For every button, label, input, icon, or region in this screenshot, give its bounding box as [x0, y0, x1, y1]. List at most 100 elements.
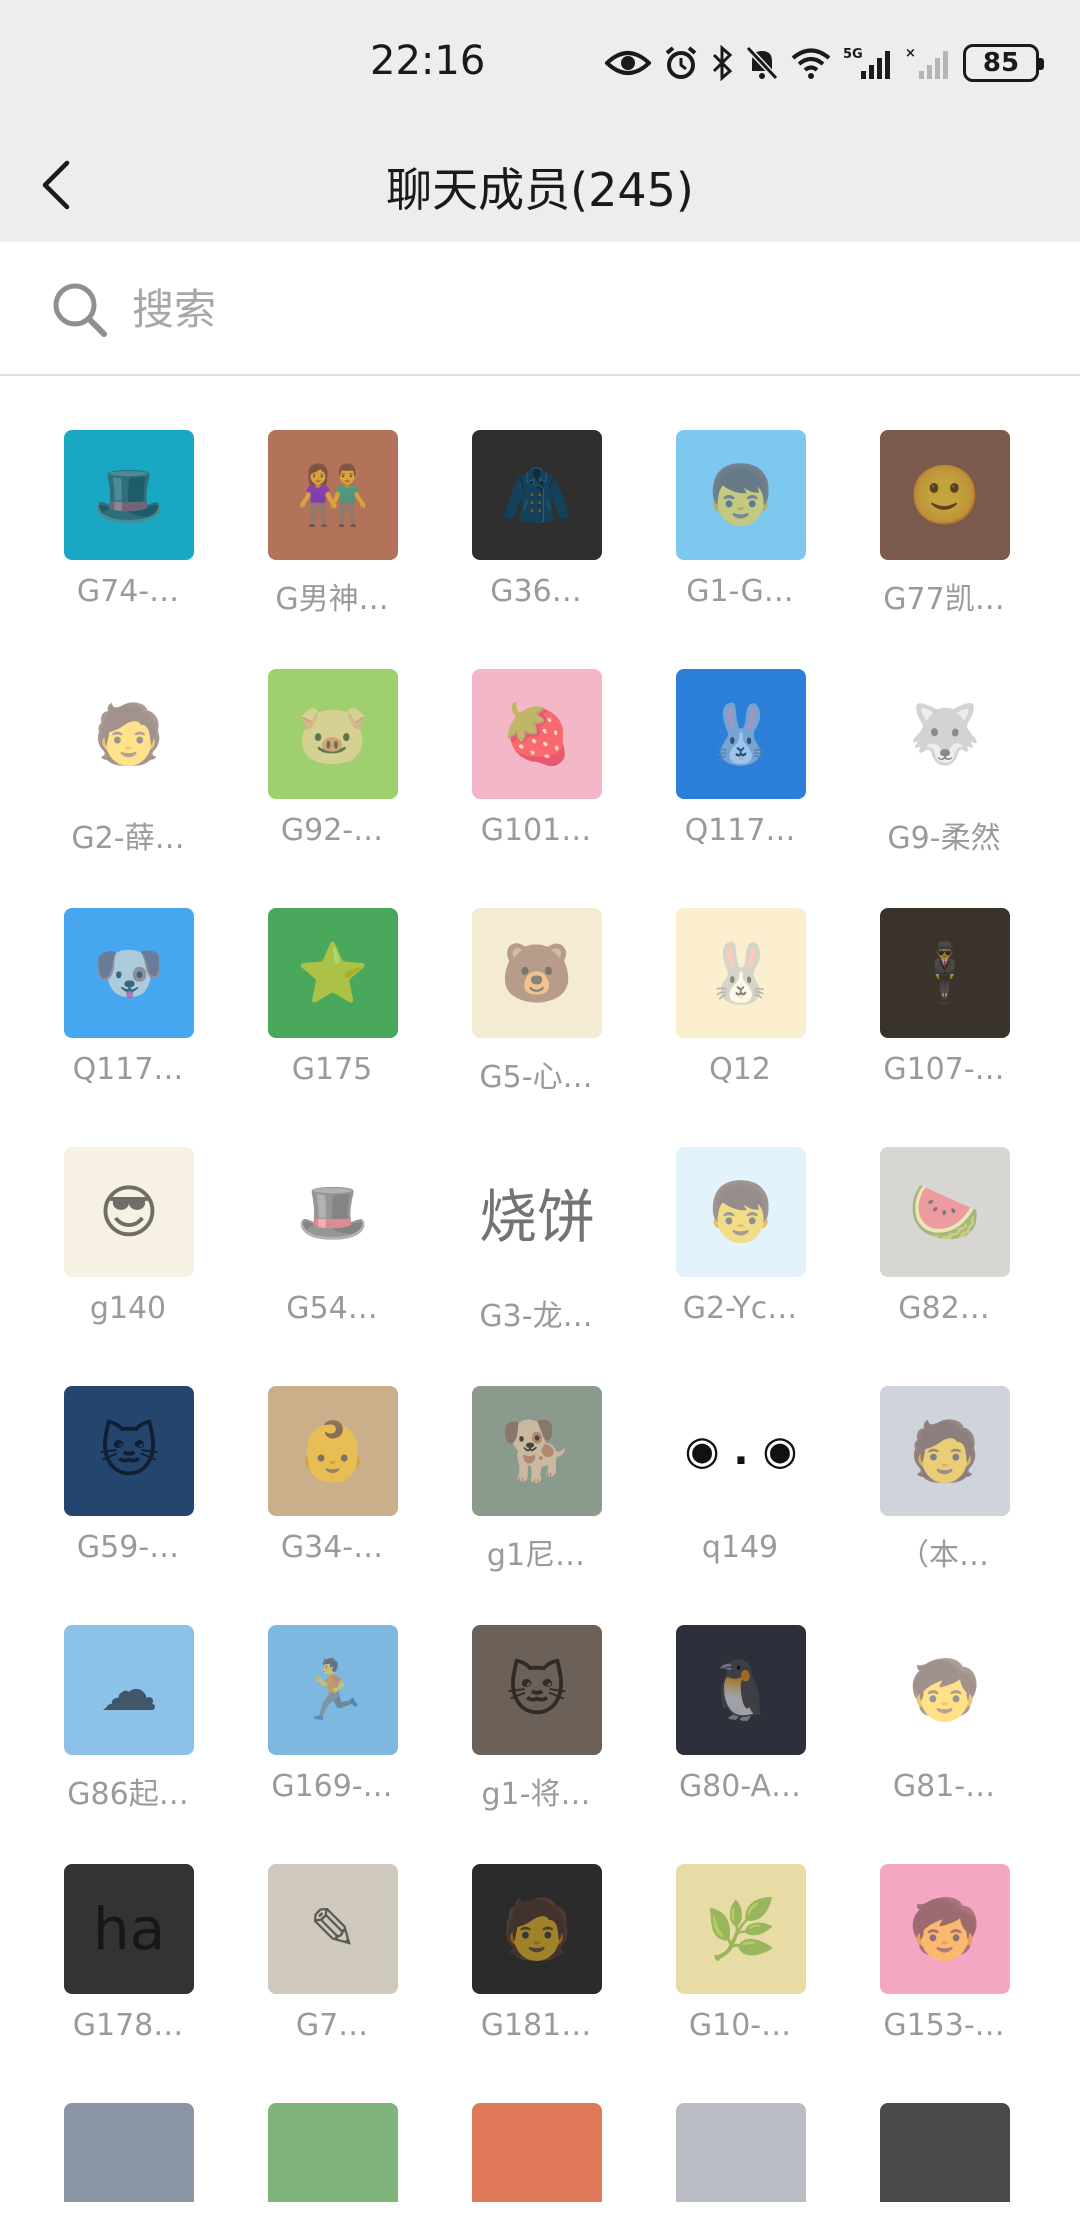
member-item[interactable]: ha G178… — [26, 1810, 230, 2043]
member-avatar[interactable]: 🐱 — [64, 1386, 194, 1516]
member-name: Q117… — [684, 813, 796, 848]
svg-text:5G: 5G — [843, 47, 863, 62]
avatar-image: 🐱 — [98, 1417, 160, 1485]
member-item[interactable]: 🍓 G101… — [434, 615, 638, 848]
member-item[interactable]: 🎩 G54… — [230, 1093, 434, 1326]
member-item[interactable]: 🐻 G5-心… — [434, 854, 638, 1095]
member-avatar[interactable]: 🐶 — [64, 908, 194, 1038]
member-item[interactable]: ✎ G7… — [230, 1810, 434, 2043]
member-avatar[interactable]: 🍉 — [880, 1147, 1010, 1277]
member-avatar[interactable]: ✎ — [268, 1864, 398, 1994]
member-item[interactable]: 🐱 G59-… — [26, 1332, 230, 1565]
search-bar[interactable] — [0, 242, 1080, 376]
member-item[interactable]: 👦 G1-G… — [638, 376, 842, 609]
avatar-image: 🙂 — [908, 460, 982, 529]
member-avatar[interactable]: 👶 — [268, 1386, 398, 1516]
member-avatar[interactable]: 🐰 — [676, 669, 806, 799]
member-avatar[interactable]: 烧饼 — [472, 1147, 602, 1277]
member-avatar[interactable]: 🕴 — [880, 908, 1010, 1038]
member-avatar[interactable]: 🧑 — [64, 669, 194, 799]
member-avatar[interactable]: 🍓 — [472, 669, 602, 799]
member-item[interactable]: ⭐ G175 — [230, 854, 434, 1087]
member-name: G34-… — [280, 1530, 384, 1565]
member-name: G5-心… — [479, 1060, 593, 1095]
member-avatar[interactable] — [268, 2103, 398, 2202]
avatar-image: 🐰 — [704, 699, 778, 768]
member-avatar[interactable] — [64, 2103, 194, 2202]
member-item[interactable]: 👶 G34-… — [230, 1332, 434, 1565]
member-item[interactable]: 🏃 G169-… — [230, 1571, 434, 1804]
member-avatar[interactable] — [472, 2103, 602, 2202]
member-avatar[interactable]: ha — [64, 1864, 194, 1994]
member-avatar[interactable]: 🐺 — [880, 669, 1010, 799]
search-input[interactable] — [130, 272, 1030, 346]
member-item[interactable]: 👦 G2-Yc… — [638, 1093, 842, 1326]
member-avatar[interactable]: 🧑 — [472, 1864, 602, 1994]
member-item[interactable]: 🎩 G74-… — [26, 376, 230, 609]
member-avatar[interactable]: 🎩 — [268, 1147, 398, 1277]
member-item[interactable]: ☁ G86起… — [26, 1571, 230, 1812]
member-name: G2-薛… — [71, 821, 185, 856]
member-item[interactable]: 🐧 G80-A… — [638, 1571, 842, 1804]
signal-no-sim-icon: × — [905, 46, 948, 79]
member-avatar[interactable]: 🐷 — [268, 669, 398, 799]
member-item[interactable]: 🙂 G77凯… — [842, 376, 1046, 617]
member-avatar[interactable]: 😎 — [64, 1147, 194, 1277]
member-item[interactable]: 🐺 G9-柔然 — [842, 615, 1046, 856]
member-item[interactable]: 🧒 G81-… — [842, 1571, 1046, 1804]
member-avatar[interactable]: 🐱 — [472, 1625, 602, 1755]
member-avatar[interactable]: 🐰 — [676, 908, 806, 1038]
member-item[interactable]: 👫 G男神… — [230, 376, 434, 617]
member-avatar[interactable]: ◉ . ◉ — [676, 1386, 806, 1516]
member-item[interactable] — [230, 2049, 434, 2202]
member-item[interactable]: 🐱 g1-将… — [434, 1571, 638, 1812]
member-avatar[interactable]: 🐕 — [472, 1386, 602, 1516]
member-avatar[interactable]: 🧒 — [880, 1864, 1010, 1994]
member-item[interactable]: 🧑 （本… — [842, 1332, 1046, 1573]
member-item[interactable]: ◉ . ◉ q149 — [638, 1332, 842, 1565]
member-item[interactable]: 🐕 g1尼… — [434, 1332, 638, 1573]
member-avatar[interactable]: 👫 — [268, 430, 398, 560]
member-avatar[interactable]: ☁ — [64, 1625, 194, 1755]
member-avatar[interactable]: 🐻 — [472, 908, 602, 1038]
member-item[interactable]: 🧒 G153-… — [842, 1810, 1046, 2043]
member-item[interactable]: 🐶 Q117… — [26, 854, 230, 1087]
avatar-image — [472, 2103, 602, 2202]
member-name: G86起… — [67, 1777, 189, 1812]
member-avatar[interactable]: 🧑 — [880, 1386, 1010, 1516]
member-item[interactable] — [434, 2049, 638, 2202]
member-item[interactable]: 🐷 G92-… — [230, 615, 434, 848]
member-item[interactable] — [638, 2049, 842, 2202]
battery-icon: 85 — [963, 44, 1044, 82]
member-name: G54… — [286, 1291, 378, 1326]
member-item[interactable] — [842, 2049, 1046, 2202]
member-avatar[interactable]: 🌿 — [676, 1864, 806, 1994]
member-avatar[interactable] — [880, 2103, 1010, 2202]
member-item[interactable]: 🌿 G10-… — [638, 1810, 842, 2043]
member-avatar[interactable]: ⭐ — [268, 908, 398, 1038]
member-item[interactable]: 😎 g140 — [26, 1093, 230, 1326]
member-item[interactable]: 🍉 G82… — [842, 1093, 1046, 1326]
member-avatar[interactable]: 👦 — [676, 430, 806, 560]
member-avatar[interactable]: 🙂 — [880, 430, 1010, 560]
member-item[interactable] — [26, 2049, 230, 2202]
member-item[interactable]: 🧑 G181… — [434, 1810, 638, 2043]
avatar-image: 🌿 — [704, 1894, 778, 1963]
member-item[interactable]: 🕴 G107-… — [842, 854, 1046, 1087]
member-avatar[interactable]: 🎩 — [64, 430, 194, 560]
member-avatar[interactable]: 🐧 — [676, 1625, 806, 1755]
member-name: G男神… — [275, 582, 389, 617]
member-avatar[interactable] — [676, 2103, 806, 2202]
member-item[interactable]: 烧饼 G3-龙… — [434, 1093, 638, 1334]
member-item[interactable]: 🧑 G2-薛… — [26, 615, 230, 856]
member-avatar[interactable]: 🏃 — [268, 1625, 398, 1755]
member-item[interactable]: 🧥 G36… — [434, 376, 638, 609]
member-avatar[interactable]: 🧒 — [880, 1625, 1010, 1755]
member-item[interactable]: 🐰 Q12 — [638, 854, 842, 1087]
member-name: G153-… — [883, 2008, 1005, 2043]
avatar-image: 🧑 — [908, 1416, 982, 1485]
member-avatar[interactable]: 🧥 — [472, 430, 602, 560]
avatar-image: 🐺 — [908, 699, 982, 768]
member-avatar[interactable]: 👦 — [676, 1147, 806, 1277]
member-item[interactable]: 🐰 Q117… — [638, 615, 842, 848]
